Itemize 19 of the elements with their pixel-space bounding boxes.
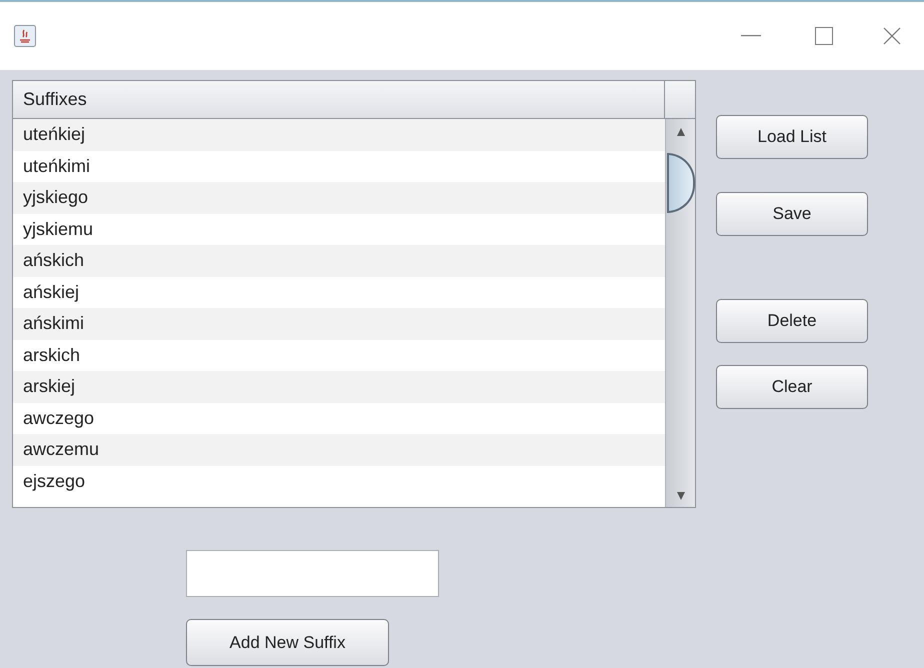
action-button[interactable]: Save	[716, 192, 868, 236]
suffix-row[interactable]: awczemu	[13, 434, 665, 466]
scrollbar[interactable]	[665, 119, 695, 507]
close-icon[interactable]	[883, 27, 901, 45]
action-button[interactable]: Clear	[716, 365, 868, 409]
suffix-row[interactable]: ańskich	[13, 245, 665, 276]
action-button[interactable]: Load List	[716, 115, 868, 159]
scroll-up-icon[interactable]	[676, 127, 686, 137]
suffix-row[interactable]: yjskiego	[13, 182, 665, 214]
suffix-row[interactable]: uteńkiej	[13, 119, 665, 150]
action-button[interactable]: Delete	[716, 299, 868, 343]
app-icon	[14, 25, 36, 47]
suffix-input[interactable]	[186, 550, 439, 597]
suffix-row[interactable]: ańskimi	[13, 308, 665, 340]
minimize-icon[interactable]	[741, 35, 761, 37]
suffix-row[interactable]: arskiej	[13, 371, 665, 402]
maximize-icon[interactable]	[815, 27, 833, 45]
add-suffix-button[interactable]: Add New Suffix	[186, 619, 389, 666]
scroll-down-icon[interactable]	[676, 491, 686, 501]
